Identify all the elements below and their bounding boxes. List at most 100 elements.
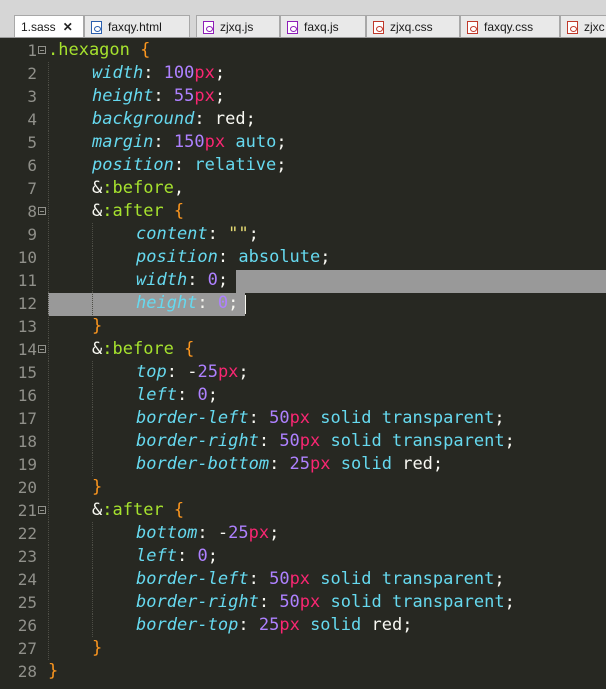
code-text: &:after {	[92, 200, 184, 223]
code-line[interactable]: 14 &:before {	[0, 338, 606, 361]
code-line[interactable]: 4 background: red;	[0, 108, 606, 131]
code-token: :before	[102, 178, 174, 198]
code-text: height: 0;	[136, 292, 238, 315]
code-line[interactable]: 26 border-top: 25px solid red;	[0, 614, 606, 637]
indent-guide	[48, 499, 49, 522]
code-area[interactable]: 1 .hexagon {2 width: 100px; 3 height: 55px; 4…	[0, 38, 606, 689]
code-line[interactable]: 22 bottom: -25px;	[0, 522, 606, 545]
fold-toggle-icon[interactable]	[38, 345, 46, 353]
fold-toggle-icon[interactable]	[38, 207, 46, 215]
line-number: 2	[27, 64, 37, 83]
code-text: border-left: 50px solid transparent;	[136, 407, 505, 430]
code-token: transparent	[381, 569, 495, 589]
code-line[interactable]: 15 top: -25px;	[0, 361, 606, 384]
code-line[interactable]: 17 border-left: 50px solid transparent;	[0, 407, 606, 430]
code-line[interactable]: 20}	[0, 476, 606, 499]
code-line[interactable]: 23 left: 0;	[0, 545, 606, 568]
code-line[interactable]: 8 &:after {	[0, 200, 606, 223]
code-text: }	[92, 637, 102, 660]
code-line[interactable]: 6 position: relative;	[0, 154, 606, 177]
fold-toggle-icon[interactable]	[38, 46, 46, 54]
code-token: 0	[197, 546, 208, 566]
code-token: :	[238, 615, 259, 635]
code-token: ;	[402, 615, 413, 635]
code-token: :after	[102, 500, 164, 520]
indent-guide	[48, 177, 49, 200]
tab-label: faxqy.css	[484, 20, 534, 34]
tab-zjxc[interactable]: zjxc	[560, 15, 606, 37]
code-token: px	[194, 86, 215, 106]
code-line[interactable]: 28}	[0, 660, 606, 683]
code-token: :	[153, 132, 174, 152]
indent-guide	[92, 384, 93, 407]
code-line[interactable]: 16 left: 0;	[0, 384, 606, 407]
tab-label: zjxc	[584, 20, 605, 34]
code-token: ;	[245, 109, 256, 129]
indent-guide	[48, 568, 49, 591]
tab-faxqy-html[interactable]: faxqy.html	[84, 15, 190, 37]
tab-zjxq-css[interactable]: zjxq.css	[366, 15, 460, 37]
code-line[interactable]: 9 content: "";	[0, 223, 606, 246]
line-number: 18	[17, 432, 37, 451]
code-token: relative	[194, 155, 277, 175]
indent-guide	[92, 614, 93, 637]
code-token: :	[197, 293, 218, 313]
code-token: &	[92, 201, 103, 221]
code-line[interactable]: 25 border-right: 50px solid transparent;	[0, 591, 606, 614]
line-number: 13	[17, 317, 37, 336]
line-number: 19	[17, 455, 37, 474]
code-token: -	[187, 362, 198, 382]
code-line[interactable]: 10 position: absolute;	[0, 246, 606, 269]
tab-zjxq-js[interactable]: zjxq.js	[196, 15, 280, 37]
indent-guide	[48, 200, 49, 223]
code-line[interactable]: 1 .hexagon {	[0, 39, 606, 62]
line-number: 11	[17, 271, 37, 290]
code-line[interactable]: 27}	[0, 637, 606, 660]
line-number: 6	[27, 156, 37, 175]
code-text: &:before,	[92, 177, 184, 200]
fold-toggle-icon[interactable]	[38, 506, 46, 514]
line-number: 12	[17, 294, 37, 313]
code-line[interactable]: 19 border-bottom: 25px solid red;	[0, 453, 606, 476]
code-token: ;	[269, 523, 280, 543]
code-line[interactable]: 7 &:before,	[0, 177, 606, 200]
code-token: top	[136, 362, 167, 382]
code-line[interactable]: 3 height: 55px;	[0, 85, 606, 108]
code-line[interactable]: 11 width: 0;	[0, 269, 606, 292]
code-line[interactable]: 5 margin: 150px auto;	[0, 131, 606, 154]
code-text: bottom: -25px;	[136, 522, 279, 545]
code-text: left: 0;	[136, 384, 218, 407]
code-line[interactable]: 24 border-left: 50px solid transparent;	[0, 568, 606, 591]
tab-faxq-js[interactable]: faxq.js	[280, 15, 366, 37]
code-token: :	[258, 431, 280, 451]
code-token: red	[214, 109, 246, 129]
line-number: 4	[27, 110, 37, 129]
indent-guide	[92, 453, 93, 476]
indent-guide	[48, 545, 49, 568]
tab-1-sass[interactable]: 1.sass ✕	[14, 15, 84, 37]
code-token: 0	[197, 385, 208, 405]
code-token: &	[92, 339, 103, 359]
close-icon[interactable]: ✕	[63, 20, 73, 34]
code-token: ;	[276, 132, 287, 152]
code-line[interactable]: 12 height: 0;	[0, 292, 606, 315]
line-number: 3	[27, 87, 37, 106]
tab-faxqy-css[interactable]: faxqy.css	[460, 15, 560, 37]
js-file-icon	[287, 20, 298, 34]
code-token: solid	[330, 431, 382, 451]
code-line[interactable]: 13}	[0, 315, 606, 338]
tab-label: zjxq.js	[220, 20, 254, 34]
code-line[interactable]: 18 border-right: 50px solid transparent;	[0, 430, 606, 453]
code-token: solid	[320, 408, 372, 428]
code-token: px	[289, 569, 311, 589]
code-line[interactable]: 21 &:after {	[0, 499, 606, 522]
code-token: ;	[494, 569, 505, 589]
code-token: red	[402, 454, 433, 474]
code-line[interactable]: 2 width: 100px;	[0, 62, 606, 85]
